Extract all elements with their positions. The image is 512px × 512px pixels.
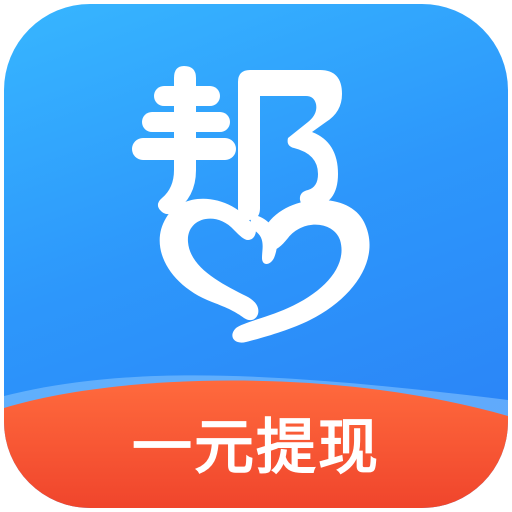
app-icon[interactable]: 一元提现 <box>4 4 508 508</box>
banner-label: 一元提现 <box>132 413 380 483</box>
